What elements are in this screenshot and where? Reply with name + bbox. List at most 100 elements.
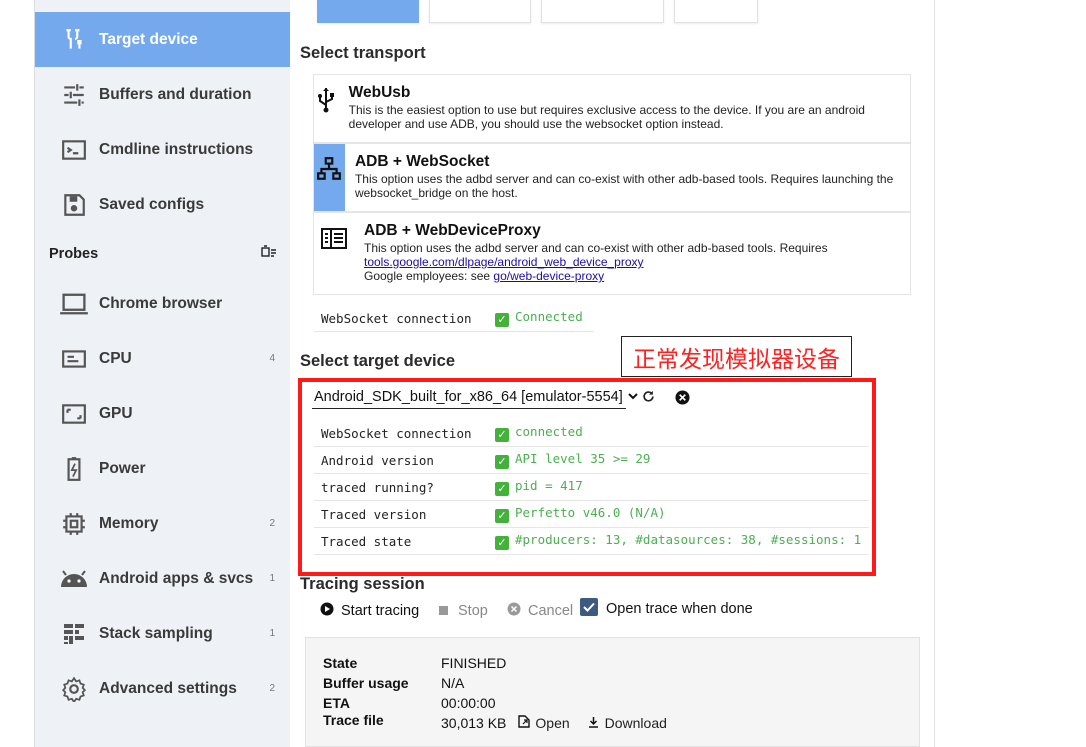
save-icon (59, 190, 89, 220)
transport-description: This option uses the adbd server and can… (354, 172, 894, 200)
transport-option-webusb[interactable]: WebUsb This is the easiest option to use… (313, 74, 911, 143)
sidebar-item-label: Cmdline instructions (99, 140, 254, 158)
sidebar-item-label: Android apps & svcs (99, 569, 254, 587)
highlight-rectangle (298, 378, 876, 576)
sidebar-item-label: Saved configs (99, 195, 205, 213)
trace-file-size: 30,013 KB (441, 715, 507, 731)
laptop-icon (59, 289, 89, 319)
buffer-usage-row: Buffer usage N/A (323, 675, 464, 691)
usb-icon (315, 87, 337, 142)
transport-description-text: This option uses the adbd server and can… (364, 241, 828, 255)
annotation-callout: 正常发现模拟器设备 (621, 336, 852, 377)
go-link[interactable]: go/web-device-proxy (493, 269, 604, 283)
transport-icon-cell (314, 144, 345, 211)
buffer-usage-label: Buffer usage (323, 675, 409, 691)
clear-probes-icon[interactable] (261, 244, 277, 264)
transport-option-adb-websocket[interactable]: ADB + WebSocket This option uses the adb… (313, 143, 911, 212)
main-content: Select transport WebUsb This is the easi… (290, 0, 934, 747)
cancel-icon (507, 602, 521, 620)
probe-count: 1 (269, 573, 275, 584)
record-icon (320, 602, 334, 620)
google-employees-note: Google employees: see (364, 269, 494, 283)
sidebar-item-label: Power (99, 459, 146, 477)
sidebar-item-label: Target device (99, 30, 198, 48)
start-tracing-label: Start tracing (341, 603, 420, 619)
eta-label: ETA (323, 695, 350, 711)
sidebar-item-label: CPU (99, 349, 132, 367)
gear-icon (59, 674, 89, 704)
open-file-icon (518, 715, 531, 731)
sidebar-item-saved-configs[interactable]: Saved configs (35, 177, 291, 232)
transport-description: This option uses the adbd server and can… (364, 241, 828, 283)
sidebar-item-buffers[interactable]: Buffers and duration (35, 67, 291, 122)
probe-count: 2 (269, 683, 275, 694)
cancel-button[interactable]: Cancel (507, 601, 573, 621)
sidebar-item-label: GPU (99, 404, 133, 422)
status-key: WebSocket connection (321, 310, 472, 326)
platform-button-android[interactable] (317, 0, 419, 23)
start-tracing-button[interactable]: Start tracing (320, 601, 419, 621)
stop-button[interactable]: Stop (439, 601, 488, 621)
sidebar-item-gpu[interactable]: GPU (35, 386, 291, 441)
sidebar-item-power[interactable]: Power (35, 441, 291, 496)
android-icon (59, 564, 89, 594)
transport-icon-cell (314, 75, 339, 142)
probe-count: 1 (269, 628, 275, 639)
eta-row: ETA 00:00:00 (323, 695, 496, 711)
memory-icon (59, 509, 89, 539)
download-button[interactable]: Download (588, 715, 667, 731)
sidebar-item-target-device[interactable]: Target device (35, 12, 291, 67)
web-device-proxy-link[interactable]: tools.google.com/dlpage/android_web_devi… (364, 255, 644, 269)
tracing-session-heading: Tracing session (300, 575, 425, 593)
select-transport-heading: Select transport (300, 44, 426, 62)
state-row: State FINISHED (323, 655, 506, 671)
buffer-usage-value: N/A (441, 675, 465, 691)
check-icon: ✓ (495, 313, 509, 327)
transport-title: ADB + WebDeviceProxy (364, 222, 541, 239)
sidebar-item-cmdline[interactable]: Cmdline instructions (35, 122, 291, 177)
sidebar-item-stack-sampling[interactable]: Stack sampling 1 (35, 606, 291, 661)
sidebar-item-advanced-settings[interactable]: Advanced settings 2 (35, 661, 291, 716)
state-value: FINISHED (441, 655, 507, 671)
probe-count: 4 (269, 353, 275, 364)
transport-description: This is the easiest option to use but re… (348, 103, 865, 131)
sidebar-item-android-apps[interactable]: Android apps & svcs 1 (35, 551, 291, 606)
select-target-heading: Select target device (300, 352, 455, 370)
sidebar-item-label: Chrome browser (99, 294, 223, 312)
usb-plug-icon (59, 25, 89, 55)
stop-label: Stop (458, 603, 488, 619)
gpu-icon (59, 399, 89, 429)
cpu-icon (59, 344, 89, 374)
sidebar-item-label: Stack sampling (99, 624, 213, 642)
battery-icon (59, 454, 89, 484)
platform-button-2[interactable] (429, 0, 531, 23)
sidebar: Target device Buffers and duration Cmdli… (34, 0, 291, 747)
sidebar-item-label: Buffers and duration (99, 85, 252, 103)
open-label: Open (535, 715, 570, 731)
probes-title: Probes (49, 246, 99, 262)
open-trace-button[interactable]: Open (518, 715, 570, 731)
open-trace-when-done-checkbox[interactable]: Open trace when done (580, 598, 753, 620)
trace-file-row: Trace file 30,013 KB Open Download (323, 712, 667, 731)
device-list-icon (320, 225, 348, 294)
sidebar-item-label: Advanced settings (99, 679, 237, 697)
transport-title: ADB + WebSocket (354, 153, 490, 170)
open-trace-when-done-label: Open trace when done (606, 601, 753, 617)
download-icon (588, 715, 599, 731)
stack-icon (59, 619, 89, 649)
sliders-icon (59, 80, 89, 110)
terminal-icon (59, 135, 89, 165)
eta-value: 00:00:00 (441, 695, 496, 711)
state-label: State (323, 655, 358, 671)
stop-icon (439, 603, 448, 619)
sidebar-item-label: Memory (99, 514, 159, 532)
network-tree-icon (316, 156, 342, 211)
sidebar-item-cpu[interactable]: CPU 4 (35, 331, 291, 386)
transport-option-adb-webdeviceproxy[interactable]: ADB + WebDeviceProxy This option uses th… (313, 212, 911, 295)
checkbox-checked-icon (580, 598, 598, 620)
platform-button-3[interactable] (541, 0, 664, 23)
platform-button-4[interactable] (674, 0, 758, 23)
sidebar-item-chrome-browser[interactable]: Chrome browser (35, 276, 291, 331)
sidebar-item-memory[interactable]: Memory 2 (35, 496, 291, 551)
content-right-border (934, 0, 935, 747)
